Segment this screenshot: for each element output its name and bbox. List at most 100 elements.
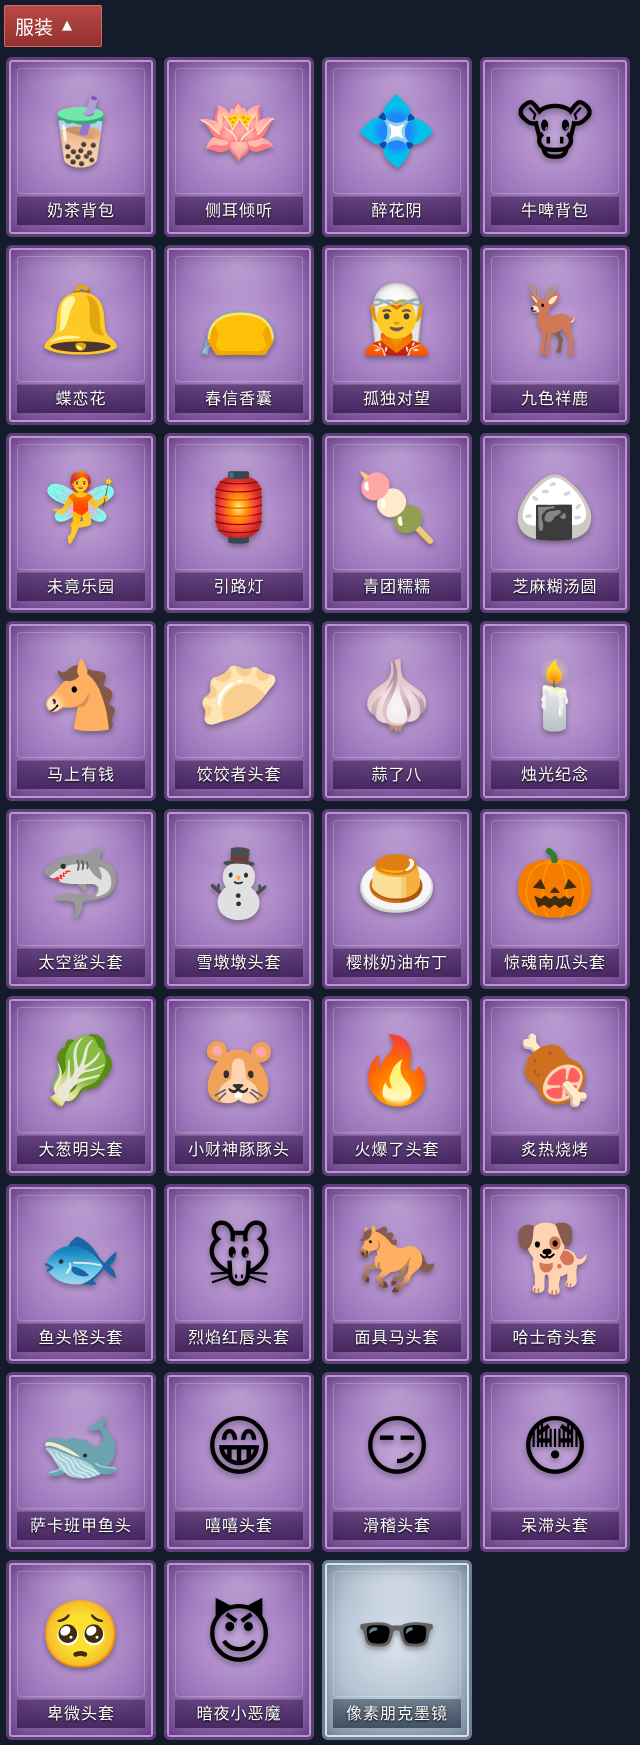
item-thumbnail-icon: 🎃 <box>513 844 597 922</box>
item-thumbnail-icon: 🔔 <box>39 280 123 358</box>
item-name-label: 像素朋克墨镜 <box>333 1699 461 1729</box>
item-card[interactable]: 🍖 炙热烧烤 <box>480 996 630 1177</box>
item-thumbnail-icon: 🐟 <box>39 1220 123 1298</box>
item-name-label: 芝麻糊汤圆 <box>491 571 619 601</box>
item-name-label: 孤独对望 <box>333 383 461 413</box>
item-thumbnail-icon: 🐕 <box>513 1220 597 1298</box>
item-name-label: 嘻嘻头套 <box>175 1511 303 1541</box>
item-card[interactable]: 🍮 樱桃奶油布丁 <box>322 808 472 989</box>
item-card[interactable]: 🐭 烈焰红唇头套 <box>164 1184 314 1365</box>
item-name-label: 滑稽头套 <box>333 1511 461 1541</box>
item-card[interactable]: 😈 暗夜小恶魔 <box>164 1560 314 1741</box>
item-thumbnail-icon: 🧋 <box>39 93 123 170</box>
item-card[interactable]: 😏 滑稽头套 <box>322 1372 472 1553</box>
item-name-label: 烈焰红唇头套 <box>175 1323 303 1353</box>
item-card[interactable]: 🥬 大葱明头套 <box>6 996 156 1177</box>
item-thumbnail-icon: 🐋 <box>39 1408 123 1486</box>
item-card[interactable]: 🐮 牛啤背包 <box>480 57 630 237</box>
item-name-label: 大葱明头套 <box>17 1135 145 1165</box>
item-name-label: 青团糯糯 <box>333 571 461 601</box>
item-name-label: 卑微头套 <box>17 1699 145 1729</box>
item-card[interactable]: 🍙 芝麻糊汤圆 <box>480 432 630 613</box>
item-name-label: 雪墩墩头套 <box>175 947 303 977</box>
item-thumbnail-icon: 🍮 <box>355 844 439 922</box>
item-card[interactable]: 🐎 面具马头套 <box>322 1184 472 1365</box>
item-card[interactable]: 🥟 饺饺者头套 <box>164 620 314 801</box>
item-card[interactable]: 🪷 侧耳倾听 <box>164 57 314 237</box>
item-card[interactable]: 👝 春信香囊 <box>164 244 314 425</box>
item-thumbnail-icon: 🪷 <box>197 93 281 170</box>
item-thumbnail-icon: 🐮 <box>515 93 595 170</box>
item-card[interactable]: 🦈 太空鲨头套 <box>6 808 156 989</box>
item-card[interactable]: 🎃 惊魂南瓜头套 <box>480 808 630 989</box>
item-thumbnail-icon: 👝 <box>197 280 281 358</box>
item-name-label: 侧耳倾听 <box>175 196 303 225</box>
item-thumbnail-icon: 🧚 <box>39 468 123 546</box>
item-thumbnail-icon: 🧄 <box>355 656 439 734</box>
item-thumbnail-icon: 🐹 <box>197 1032 281 1110</box>
item-thumbnail-icon: 🐭 <box>204 1220 274 1298</box>
item-name-label: 蝶恋花 <box>17 383 145 413</box>
item-name-label: 哈士奇头套 <box>491 1323 619 1353</box>
item-name-label: 鱼头怪头套 <box>17 1323 145 1353</box>
item-name-label: 烛光纪念 <box>491 759 619 789</box>
item-name-label: 呆滞头套 <box>491 1511 619 1541</box>
item-name-label: 炙热烧烤 <box>491 1135 619 1165</box>
item-card[interactable]: 🥺 卑微头套 <box>6 1560 156 1741</box>
item-card[interactable]: ⛄ 雪墩墩头套 <box>164 808 314 989</box>
item-thumbnail-icon: 🍡 <box>355 468 439 546</box>
item-thumbnail-icon: 🏮 <box>197 468 281 546</box>
item-name-label: 引路灯 <box>175 571 303 601</box>
item-card[interactable]: 🔔 蝶恋花 <box>6 244 156 425</box>
item-thumbnail-icon: 🥺 <box>39 1596 123 1674</box>
item-grid: 🧋 奶茶背包 🪷 侧耳倾听 💠 醉花阴 🐮 牛啤背包 🔔 蝶恋花 👝 春信香囊 🧝 孤独对望 🦌 九色祥鹿 🧚 未… <box>6 57 630 1741</box>
item-card[interactable]: 🕶️ 像素朋克墨镜 <box>322 1560 472 1741</box>
item-thumbnail-icon: 😁 <box>204 1408 274 1486</box>
item-thumbnail-icon: 🍙 <box>513 468 597 546</box>
item-card[interactable]: 🐋 萨卡班甲鱼头 <box>6 1372 156 1553</box>
item-thumbnail-icon: 🐎 <box>355 1220 439 1298</box>
item-name-label: 九色祥鹿 <box>491 383 619 413</box>
item-card[interactable]: 🐹 小财神豚豚头 <box>164 996 314 1177</box>
item-thumbnail-icon: 🍖 <box>513 1032 597 1110</box>
item-thumbnail-icon: 🥬 <box>39 1032 123 1110</box>
item-thumbnail-icon: 🔥 <box>355 1032 439 1110</box>
item-card[interactable]: 🏮 引路灯 <box>164 432 314 613</box>
item-card[interactable]: 🔥 火爆了头套 <box>322 996 472 1177</box>
item-name-label: 未竟乐园 <box>17 571 145 601</box>
outfit-category-tab[interactable]: 服装 ▲ <box>4 5 102 47</box>
item-card[interactable]: 😳 呆滞头套 <box>480 1372 630 1553</box>
item-name-label: 太空鲨头套 <box>17 947 145 977</box>
item-thumbnail-icon: 🐴 <box>39 656 123 734</box>
item-name-label: 醉花阴 <box>333 196 461 225</box>
item-card[interactable]: 💠 醉花阴 <box>322 57 472 237</box>
chevron-up-icon: ▲ <box>62 17 73 33</box>
item-name-label: 春信香囊 <box>175 383 303 413</box>
item-card[interactable]: 🧝 孤独对望 <box>322 244 472 425</box>
item-thumbnail-icon: 😏 <box>362 1408 432 1486</box>
item-thumbnail-icon: 😳 <box>520 1408 590 1486</box>
item-card[interactable]: 🧋 奶茶背包 <box>6 57 156 237</box>
item-card[interactable]: 🦌 九色祥鹿 <box>480 244 630 425</box>
item-card[interactable]: 🍡 青团糯糯 <box>322 432 472 613</box>
item-thumbnail-icon: 🧝 <box>355 280 439 358</box>
item-card[interactable]: 🐴 马上有钱 <box>6 620 156 801</box>
item-name-label: 面具马头套 <box>333 1323 461 1353</box>
item-thumbnail-icon: 🦌 <box>513 280 597 358</box>
item-card[interactable]: 🐟 鱼头怪头套 <box>6 1184 156 1365</box>
item-name-label: 萨卡班甲鱼头 <box>17 1511 145 1541</box>
item-name-label: 奶茶背包 <box>17 196 145 225</box>
item-name-label: 马上有钱 <box>17 759 145 789</box>
item-card[interactable]: 🐕 哈士奇头套 <box>480 1184 630 1365</box>
item-card[interactable]: 🕯️ 烛光纪念 <box>480 620 630 801</box>
item-thumbnail-icon: 🦈 <box>39 844 123 922</box>
item-name-label: 饺饺者头套 <box>175 759 303 789</box>
item-name-label: 暗夜小恶魔 <box>175 1699 303 1729</box>
item-name-label: 火爆了头套 <box>333 1135 461 1165</box>
item-thumbnail-icon: ⛄ <box>197 844 281 922</box>
item-card[interactable]: 🧄 蒜了八 <box>322 620 472 801</box>
item-card[interactable]: 😁 嘻嘻头套 <box>164 1372 314 1553</box>
item-card[interactable]: 🧚 未竟乐园 <box>6 432 156 613</box>
outfit-tab-label: 服装 <box>15 16 54 39</box>
item-name-label: 牛啤背包 <box>491 196 619 225</box>
